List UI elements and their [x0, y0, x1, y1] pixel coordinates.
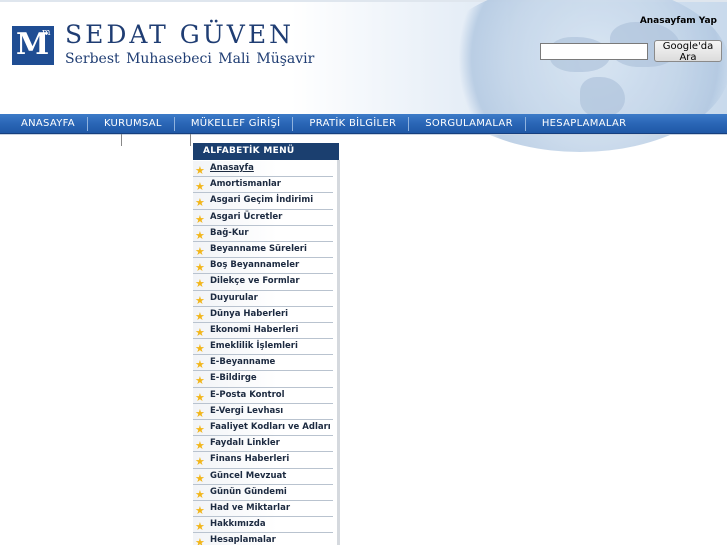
- star-icon: ★: [195, 406, 205, 420]
- brand-name: SEDAT GÜVEN: [65, 20, 294, 49]
- menu-item-label: E-Vergi Levhası: [210, 405, 284, 416]
- menu-item-label: Amortismanlar: [210, 179, 281, 190]
- google-search-button[interactable]: Google'da Ara: [654, 40, 722, 63]
- menu-item[interactable]: ★ E-Beyanname: [193, 355, 333, 372]
- menu-list: ★ Anasayfa ★ Amortismanlar ★ Asgari Geçim İnd…: [193, 161, 333, 545]
- menu-item-label: Hakkımızda: [210, 519, 266, 530]
- menu-item[interactable]: ★ Emeklilik İşlemleri: [193, 339, 333, 356]
- menu-item-label: Anasayfa: [210, 163, 254, 173]
- menu-item-label: Emeklilik İşlemleri: [210, 341, 298, 352]
- nav-item-pratik-bilgiler[interactable]: PRATİK BİLGİLER: [292, 114, 408, 134]
- star-icon: ★: [195, 423, 205, 436]
- dropdown-divider: [190, 134, 191, 146]
- menu-item[interactable]: ★ Günün Gündemi: [193, 484, 333, 501]
- menu-item-label: Faydalı Linkler: [210, 438, 280, 449]
- menu-item-label: Finans Haberleri: [210, 454, 290, 465]
- star-icon: ★: [195, 212, 205, 226]
- menu-item-label: Bağ-Kur: [210, 227, 249, 238]
- star-icon: ★: [195, 471, 205, 485]
- menu-item[interactable]: ★ Asgari Geçim İndirimi: [193, 193, 333, 210]
- logo[interactable]: M m: [12, 26, 54, 65]
- dropdown-divider: [121, 134, 122, 146]
- nav-item-hesaplamalar[interactable]: HESAPLAMALAR: [524, 114, 639, 134]
- nav-item-mukellef-girisi[interactable]: MÜKELLEF GİRİŞİ: [173, 114, 293, 134]
- menu-item-label: Boş Beyannameler: [210, 260, 300, 271]
- star-icon: ★: [195, 261, 205, 275]
- menu-item-label: Beyanname Süreleri: [210, 243, 307, 254]
- menu-item[interactable]: ★ Asgari Ücretler: [193, 209, 333, 226]
- search-input[interactable]: [540, 43, 648, 60]
- nav-divider: [0, 134, 727, 135]
- logo-superscript: m: [42, 28, 51, 38]
- menu-item-label: E-Beyanname: [210, 357, 276, 368]
- star-icon: ★: [195, 244, 205, 258]
- set-homepage-link[interactable]: Anasayfam Yap: [640, 16, 717, 26]
- star-icon: ★: [195, 374, 205, 388]
- star-icon: ★: [195, 164, 205, 177]
- menu-item[interactable]: ★ Amortismanlar: [193, 177, 333, 194]
- menu-item-label: Günün Gündemi: [210, 486, 287, 497]
- menu-item[interactable]: ★ Faaliyet Kodları ve Adları: [193, 420, 333, 437]
- menu-item-label: Had ve Miktarlar: [210, 502, 291, 513]
- menu-item[interactable]: ★ E-Vergi Levhası: [193, 403, 333, 420]
- star-icon: ★: [195, 503, 205, 517]
- menu-item[interactable]: ★ Hakkımızda: [193, 517, 333, 534]
- star-icon: ★: [195, 293, 205, 307]
- nav-item-anasayfa[interactable]: ANASAYFA: [4, 114, 87, 134]
- menu-item-label: Duyurular: [210, 292, 258, 303]
- menu-item-label: Ekonomi Haberleri: [210, 324, 299, 335]
- star-icon: ★: [195, 487, 205, 501]
- star-icon: ★: [195, 196, 205, 210]
- menu-item[interactable]: ★ Faydalı Linkler: [193, 436, 333, 453]
- star-icon: ★: [195, 358, 205, 372]
- star-icon: ★: [195, 277, 205, 291]
- star-icon: ★: [195, 228, 205, 242]
- menu-item[interactable]: ★ Dünya Haberleri: [193, 306, 333, 323]
- star-icon: ★: [195, 325, 205, 339]
- star-icon: ★: [195, 536, 205, 545]
- menu-item[interactable]: ★ Ekonomi Haberleri: [193, 322, 333, 340]
- menu-item-label: Dünya Haberleri: [210, 308, 289, 319]
- star-icon: ★: [195, 520, 205, 534]
- menu-item[interactable]: ★ Finans Haberleri: [193, 452, 333, 469]
- star-icon: ★: [195, 439, 205, 453]
- menu-item[interactable]: ★ Duyurular: [193, 290, 333, 307]
- header: M m SEDAT GÜVEN Serbest Muhasebeci Mali …: [0, 0, 727, 152]
- menu-item-label: Faaliyet Kodları ve Adları: [210, 422, 331, 432]
- star-icon: ★: [195, 309, 205, 323]
- menu-item[interactable]: ★ Beyanname Süreleri: [193, 241, 333, 259]
- menu-item[interactable]: ★ Hesaplamalar: [193, 533, 333, 545]
- star-icon: ★: [195, 342, 205, 356]
- menu-item[interactable]: ★ Güncel Mevzuat: [193, 468, 333, 485]
- page: M m SEDAT GÜVEN Serbest Muhasebeci Mali …: [0, 0, 727, 545]
- star-icon: ★: [195, 180, 205, 194]
- nav-item-sorgulamalar[interactable]: SORGULAMALAR: [408, 114, 525, 134]
- nav-item-kurumsal[interactable]: KURUMSAL: [86, 114, 174, 134]
- menu-item[interactable]: ★ Boş Beyannameler: [193, 258, 333, 275]
- menu-item-label: Asgari Geçim İndirimi: [210, 195, 314, 206]
- menu-item[interactable]: ★ Had ve Miktarlar: [193, 500, 333, 518]
- menu-item[interactable]: ★ E-Bildirge: [193, 371, 333, 388]
- main-nav: ANASAYFA KURUMSAL MÜKELLEF GİRİŞİ PRATİK…: [0, 114, 727, 134]
- menu-item[interactable]: ★ Anasayfa: [193, 161, 333, 178]
- star-icon: ★: [195, 455, 205, 469]
- menu-title: ALFABETİK MENÜ: [193, 143, 339, 160]
- menu-item[interactable]: ★ Bağ-Kur: [193, 225, 333, 242]
- menu-item-label: Hesaplamalar: [210, 535, 276, 545]
- menu-item-label: Asgari Ücretler: [210, 211, 283, 222]
- menu-item[interactable]: ★ E-Posta Kontrol: [193, 387, 333, 404]
- menu-item-label: E-Bildirge: [210, 373, 257, 384]
- alphabetic-menu: ALFABETİK MENÜ ★ Anasayfa ★ Amortismanlar ★ A…: [193, 143, 339, 545]
- star-icon: ★: [195, 390, 205, 404]
- menu-item-label: E-Posta Kontrol: [210, 389, 285, 400]
- menu-item[interactable]: ★ Dilekçe ve Formlar: [193, 274, 333, 291]
- menu-item-label: Güncel Mevzuat: [210, 470, 287, 481]
- menu-item-label: Dilekçe ve Formlar: [210, 276, 300, 287]
- brand-tagline: Serbest Muhasebeci Mali Müşavir: [65, 51, 315, 67]
